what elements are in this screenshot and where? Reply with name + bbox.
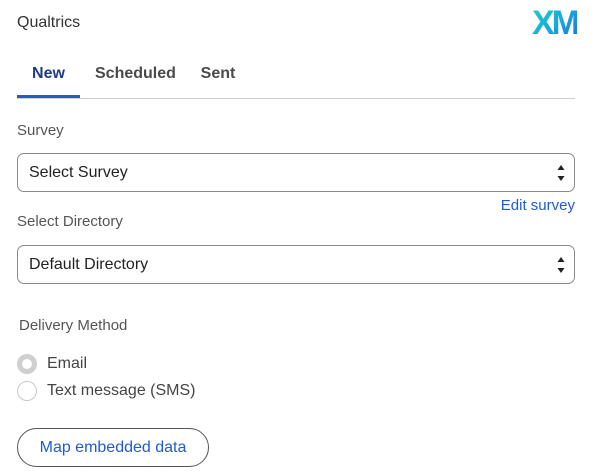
xm-logo: XM [532, 4, 580, 42]
radio-icon[interactable] [17, 381, 37, 401]
qualtrics-panel: Qualtrics XM New Scheduled Sent Survey S… [0, 0, 599, 474]
survey-label: Survey [17, 122, 64, 139]
delivery-method-label: Delivery Method [19, 317, 128, 334]
edit-survey-link[interactable]: Edit survey [501, 197, 575, 214]
tab-scheduled[interactable]: Scheduled [95, 56, 176, 97]
directory-select[interactable]: Default Directory [17, 245, 575, 284]
delivery-option-label: Text message (SMS) [47, 382, 196, 399]
tab-new[interactable]: New [17, 56, 80, 98]
delivery-option-label: Email [47, 355, 88, 372]
tab-bar: New Scheduled Sent [17, 56, 575, 99]
select-arrows-icon [557, 162, 565, 184]
select-arrows-icon [557, 254, 565, 276]
radio-icon[interactable] [17, 354, 37, 374]
survey-select[interactable]: Select Survey [17, 153, 575, 192]
app-title: Qualtrics [17, 14, 81, 31]
map-embedded-data-button[interactable]: Map embedded data [17, 428, 209, 467]
tab-sent[interactable]: Sent [200, 56, 236, 97]
survey-select-value: Select Survey [29, 164, 128, 181]
directory-select-value: Default Directory [29, 256, 149, 273]
directory-label: Select Directory [17, 213, 123, 230]
